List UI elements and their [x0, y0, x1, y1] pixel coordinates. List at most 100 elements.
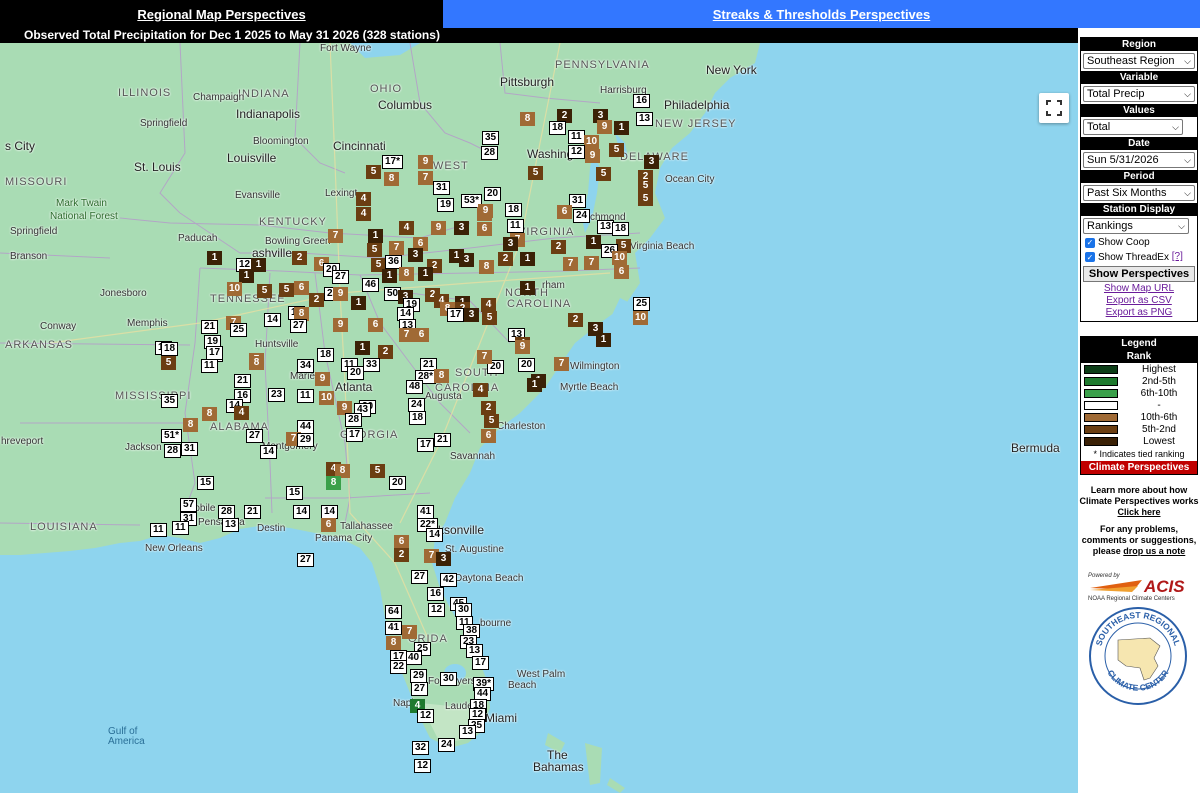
station-marker[interactable]: 29 — [410, 669, 428, 683]
station-marker[interactable]: 12 — [428, 603, 446, 617]
station-marker[interactable]: 24 — [408, 398, 426, 412]
threadex-help-link[interactable]: [?] — [1172, 251, 1183, 263]
station-marker[interactable]: 20 — [347, 366, 365, 380]
export-png-link[interactable]: Export as PNG — [1081, 307, 1197, 319]
station-marker[interactable]: 9 — [478, 204, 493, 218]
station-marker[interactable]: 33 — [363, 358, 381, 372]
station-marker[interactable]: 1 — [355, 341, 370, 355]
station-marker[interactable]: 21 — [244, 505, 262, 519]
station-marker[interactable]: 8 — [384, 172, 399, 186]
station-marker[interactable]: 2 — [292, 251, 307, 265]
station-marker[interactable]: 18 — [161, 342, 179, 356]
station-marker[interactable]: 31 — [181, 442, 199, 456]
station-marker[interactable]: 8 — [183, 418, 198, 432]
station-marker[interactable]: 3 — [503, 237, 518, 251]
station-marker[interactable]: 4 — [473, 383, 488, 397]
drop-note-link[interactable]: drop us a note — [1123, 546, 1185, 556]
show-map-url-link[interactable]: Show Map URL — [1081, 283, 1197, 295]
show-threadex-checkbox[interactable]: ✓ Show ThreadEx [?] — [1085, 251, 1193, 263]
station-marker[interactable]: 1 — [586, 235, 601, 249]
station-marker[interactable]: 3 — [436, 552, 451, 566]
station-marker[interactable]: 30 — [455, 603, 473, 617]
station-marker[interactable]: 7 — [418, 171, 433, 185]
station-marker[interactable]: 9 — [333, 318, 348, 332]
station-marker[interactable]: 27 — [297, 553, 315, 567]
station-marker[interactable]: 8 — [386, 636, 401, 650]
station-display-select[interactable]: Rankings ⌵ — [1083, 218, 1189, 234]
station-marker[interactable]: 3 — [459, 253, 474, 267]
export-csv-link[interactable]: Export as CSV — [1081, 295, 1197, 307]
station-marker[interactable]: 18 — [549, 121, 567, 135]
station-marker[interactable]: 1 — [520, 281, 535, 295]
station-marker[interactable]: 1 — [520, 252, 535, 266]
tab-streaks-thresholds[interactable]: Streaks & Thresholds Perspectives — [443, 0, 1200, 28]
station-marker[interactable]: 6 — [477, 222, 492, 236]
show-perspectives-button[interactable]: Show Perspectives — [1083, 266, 1195, 282]
station-marker[interactable]: 28 — [345, 413, 363, 427]
station-marker[interactable]: 40 — [405, 651, 423, 665]
click-here-link[interactable]: Click here — [1117, 507, 1160, 517]
station-marker[interactable]: 9 — [315, 372, 330, 386]
station-marker[interactable]: 28 — [218, 505, 236, 519]
station-marker[interactable]: 31 — [433, 181, 451, 195]
station-marker[interactable]: 5 — [279, 283, 294, 297]
fullscreen-button[interactable] — [1039, 93, 1069, 123]
station-marker[interactable]: 17* — [382, 155, 404, 169]
station-marker[interactable]: 1 — [418, 267, 433, 281]
station-marker[interactable]: 8 — [249, 356, 264, 370]
station-marker[interactable]: 15 — [197, 476, 215, 490]
station-marker[interactable]: 4 — [481, 298, 496, 312]
station-marker[interactable]: 10 — [612, 251, 628, 265]
station-marker[interactable]: 1 — [527, 378, 542, 392]
station-marker[interactable]: 5 — [257, 284, 272, 298]
station-marker[interactable]: 7 — [328, 229, 343, 243]
period-select[interactable]: Past Six Months ⌵ — [1083, 185, 1195, 201]
station-marker[interactable]: 1 — [368, 229, 383, 243]
station-marker[interactable]: 2 — [551, 240, 566, 254]
station-marker[interactable]: 7 — [402, 625, 417, 639]
station-marker[interactable]: 14 — [426, 528, 444, 542]
station-marker[interactable]: 9 — [418, 155, 433, 169]
station-marker[interactable]: 20 — [484, 187, 502, 201]
station-marker[interactable]: 4 — [399, 221, 414, 235]
station-marker[interactable]: 17 — [447, 308, 465, 322]
station-marker[interactable]: 3 — [454, 221, 469, 235]
station-marker[interactable]: 2 — [378, 345, 393, 359]
sercc-logo[interactable]: SOUTHEAST REGIONAL CLIMATE CENTER — [1088, 606, 1188, 706]
station-marker[interactable]: 16 — [633, 94, 651, 108]
station-marker[interactable]: 5 — [638, 192, 653, 206]
station-marker[interactable]: 7 — [389, 241, 404, 255]
station-marker[interactable]: 5 — [484, 414, 499, 428]
show-coop-checkbox[interactable]: ✓ Show Coop — [1085, 237, 1193, 248]
station-marker[interactable]: 7 — [584, 256, 599, 270]
station-marker[interactable]: 17 — [417, 438, 435, 452]
station-marker[interactable]: 22 — [390, 660, 408, 674]
station-marker[interactable]: 1 — [239, 269, 254, 283]
station-marker[interactable]: 5 — [609, 143, 624, 157]
station-marker[interactable]: 18 — [317, 348, 335, 362]
station-marker[interactable]: 8 — [434, 369, 449, 383]
station-marker[interactable]: 51* — [161, 429, 183, 443]
station-marker[interactable]: 19 — [437, 198, 455, 212]
station-marker[interactable]: 1 — [382, 269, 397, 283]
station-marker[interactable]: 32 — [412, 741, 430, 755]
station-marker[interactable]: 10 — [584, 135, 600, 149]
acis-logo[interactable]: Powered by ACIS NOAA Regional Climate Ce… — [1082, 568, 1196, 602]
station-marker[interactable]: 27 — [290, 319, 308, 333]
station-marker[interactable]: 5 — [367, 243, 382, 257]
station-marker[interactable]: 2 — [309, 293, 324, 307]
station-marker[interactable]: 14 — [264, 313, 282, 327]
station-marker[interactable]: 42 — [440, 573, 458, 587]
station-marker[interactable]: 6 — [557, 205, 572, 219]
station-marker[interactable]: 41 — [417, 505, 435, 519]
station-marker[interactable]: 2 — [481, 401, 496, 415]
station-marker[interactable]: 6 — [414, 328, 429, 342]
station-marker[interactable]: 10 — [319, 391, 335, 405]
station-marker[interactable]: 9 — [585, 149, 600, 163]
station-marker[interactable]: 27 — [332, 270, 350, 284]
tab-regional-map[interactable]: Regional Map Perspectives — [0, 0, 443, 28]
station-marker[interactable]: 12 — [414, 759, 432, 773]
station-marker[interactable]: 12 — [568, 145, 586, 159]
station-marker[interactable]: 4 — [356, 207, 371, 221]
station-marker[interactable]: 5 — [161, 356, 176, 370]
